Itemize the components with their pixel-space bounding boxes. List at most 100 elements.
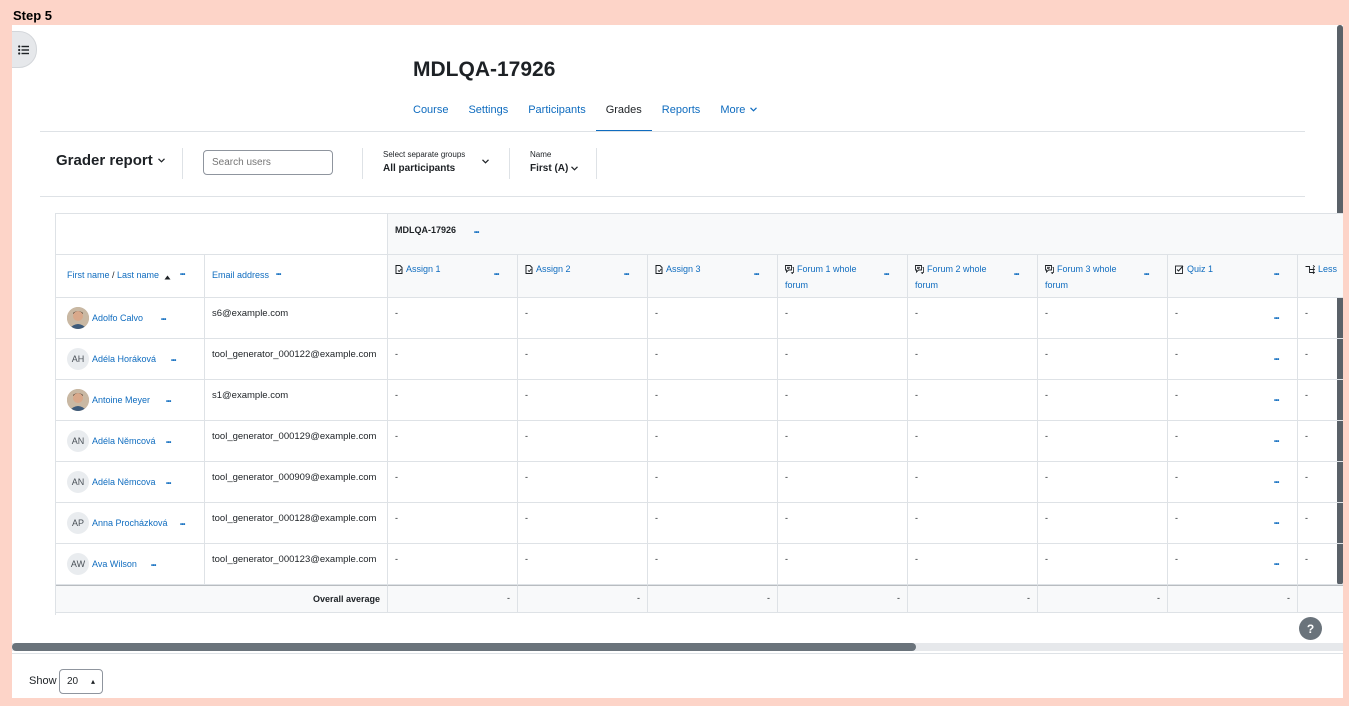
last-name-sort-link[interactable]: Last name [117,270,159,280]
grade-cell[interactable] [1298,503,1343,544]
category-actions-menu-icon[interactable]: ••• [474,230,479,236]
grade-cell[interactable] [1038,298,1168,339]
grade-item-header[interactable]: Assign 1 [395,262,483,278]
grade-cell[interactable] [1298,544,1343,585]
grade-cell[interactable] [778,339,908,380]
student-actions-menu-icon[interactable]: ••• [161,317,166,323]
student-name-link[interactable]: Antoine Meyer [92,395,150,405]
grade-cell[interactable] [648,421,778,462]
grade-cell[interactable] [1298,380,1343,421]
grade-cell[interactable] [518,421,648,462]
help-button[interactable]: ? [1299,617,1322,640]
grade-cell[interactable] [518,503,648,544]
tab-grades[interactable]: Grades [595,94,652,132]
grade-item-header[interactable]: Assign 2 [525,262,613,278]
avatar[interactable] [67,307,89,329]
grade-item-header[interactable]: Forum 2 whole forum [915,262,1003,292]
grade-cell[interactable] [518,380,648,421]
horizontal-scrollbar[interactable] [12,643,1343,651]
grade-cell[interactable] [648,544,778,585]
grade-cell[interactable] [1298,298,1343,339]
grade-item-actions-menu-icon[interactable]: ••• [494,272,499,278]
grade-cell[interactable] [518,339,648,380]
grade-cell[interactable] [1038,421,1168,462]
group-selector[interactable]: Select separate groups All participants [383,150,493,174]
grade-cell[interactable] [388,298,518,339]
grade-cell[interactable] [1298,421,1343,462]
grade-cell[interactable] [1038,339,1168,380]
grade-cell[interactable] [1038,503,1168,544]
grade-cell[interactable] [908,503,1038,544]
grade-item-actions-menu-icon[interactable]: ••• [1014,272,1019,278]
report-selector[interactable]: Grader report [56,152,165,169]
grade-cell[interactable] [388,462,518,503]
grade-cell[interactable] [908,298,1038,339]
grade-cell[interactable] [648,462,778,503]
grade-item-actions-menu-icon[interactable]: ••• [884,272,889,278]
email-header[interactable]: Email address [212,268,269,282]
grade-cell[interactable] [388,339,518,380]
grade-cell[interactable] [648,380,778,421]
avatar[interactable]: AP [67,512,89,534]
grade-cell[interactable] [388,503,518,544]
student-name-link[interactable]: Adéla Němcová [92,436,156,446]
tab-course[interactable]: Course [403,94,458,132]
student-actions-menu-icon[interactable]: ••• [166,399,171,405]
name-initials-selector[interactable]: Name First (A) [530,150,600,174]
tab-settings[interactable]: Settings [458,94,518,132]
name-sort-header[interactable]: First name / Last name [67,268,159,282]
grade-item-actions-menu-icon[interactable]: ••• [1144,272,1149,278]
grade-cell[interactable] [908,544,1038,585]
student-actions-menu-icon[interactable]: ••• [180,522,185,528]
grade-item-header[interactable]: Less [1305,262,1343,278]
avatar[interactable]: AN [67,471,89,493]
email-actions-menu-icon[interactable]: ••• [276,272,281,278]
grade-cell[interactable] [908,380,1038,421]
avatar[interactable]: AW [67,553,89,575]
grade-cell[interactable] [648,298,778,339]
grade-item-header[interactable]: Forum 3 whole forum [1045,262,1133,292]
grade-cell[interactable] [1298,339,1343,380]
grade-cell[interactable] [648,339,778,380]
grade-cell[interactable] [778,462,908,503]
grade-cell[interactable] [908,462,1038,503]
grade-cell[interactable] [388,544,518,585]
tab-more[interactable]: More [710,94,767,132]
grade-cell[interactable] [1038,462,1168,503]
avatar[interactable]: AH [67,348,89,370]
grade-actions-menu-icon[interactable]: ••• [1274,316,1279,322]
student-name-link[interactable]: Anna Procházková [92,518,168,528]
grade-cell[interactable] [648,503,778,544]
grade-item-header[interactable]: Assign 3 [655,262,743,278]
grade-cell[interactable] [388,380,518,421]
grade-actions-menu-icon[interactable]: ••• [1274,398,1279,404]
grade-cell[interactable] [778,380,908,421]
grade-actions-menu-icon[interactable]: ••• [1274,357,1279,363]
grade-cell[interactable] [518,298,648,339]
grade-cell[interactable] [778,298,908,339]
grade-actions-menu-icon[interactable]: ••• [1274,480,1279,486]
student-actions-menu-icon[interactable]: ••• [151,563,156,569]
grade-actions-menu-icon[interactable]: ••• [1274,562,1279,568]
first-name-sort-link[interactable]: First name [67,270,110,280]
grade-cell[interactable] [778,544,908,585]
grade-cell[interactable] [908,339,1038,380]
scrollbar-thumb[interactable] [12,643,916,651]
tab-participants[interactable]: Participants [518,94,595,132]
grade-cell[interactable] [1038,380,1168,421]
grade-item-actions-menu-icon[interactable]: ••• [754,272,759,278]
grade-cell[interactable] [908,421,1038,462]
student-name-link[interactable]: Ava Wilson [92,559,137,569]
grade-cell[interactable] [518,462,648,503]
student-name-link[interactable]: Adéla Horáková [92,354,156,364]
course-index-toggle[interactable] [12,31,37,68]
grade-actions-menu-icon[interactable]: ••• [1274,439,1279,445]
grade-cell[interactable] [388,421,518,462]
grade-item-actions-menu-icon[interactable]: ••• [624,272,629,278]
student-name-link[interactable]: Adéla Němcova [92,477,156,487]
grade-item-header[interactable]: Forum 1 whole forum [785,262,873,292]
grade-cell[interactable] [778,421,908,462]
student-actions-menu-icon[interactable]: ••• [171,358,176,364]
grade-actions-menu-icon[interactable]: ••• [1274,521,1279,527]
student-actions-menu-icon[interactable]: ••• [166,481,171,487]
